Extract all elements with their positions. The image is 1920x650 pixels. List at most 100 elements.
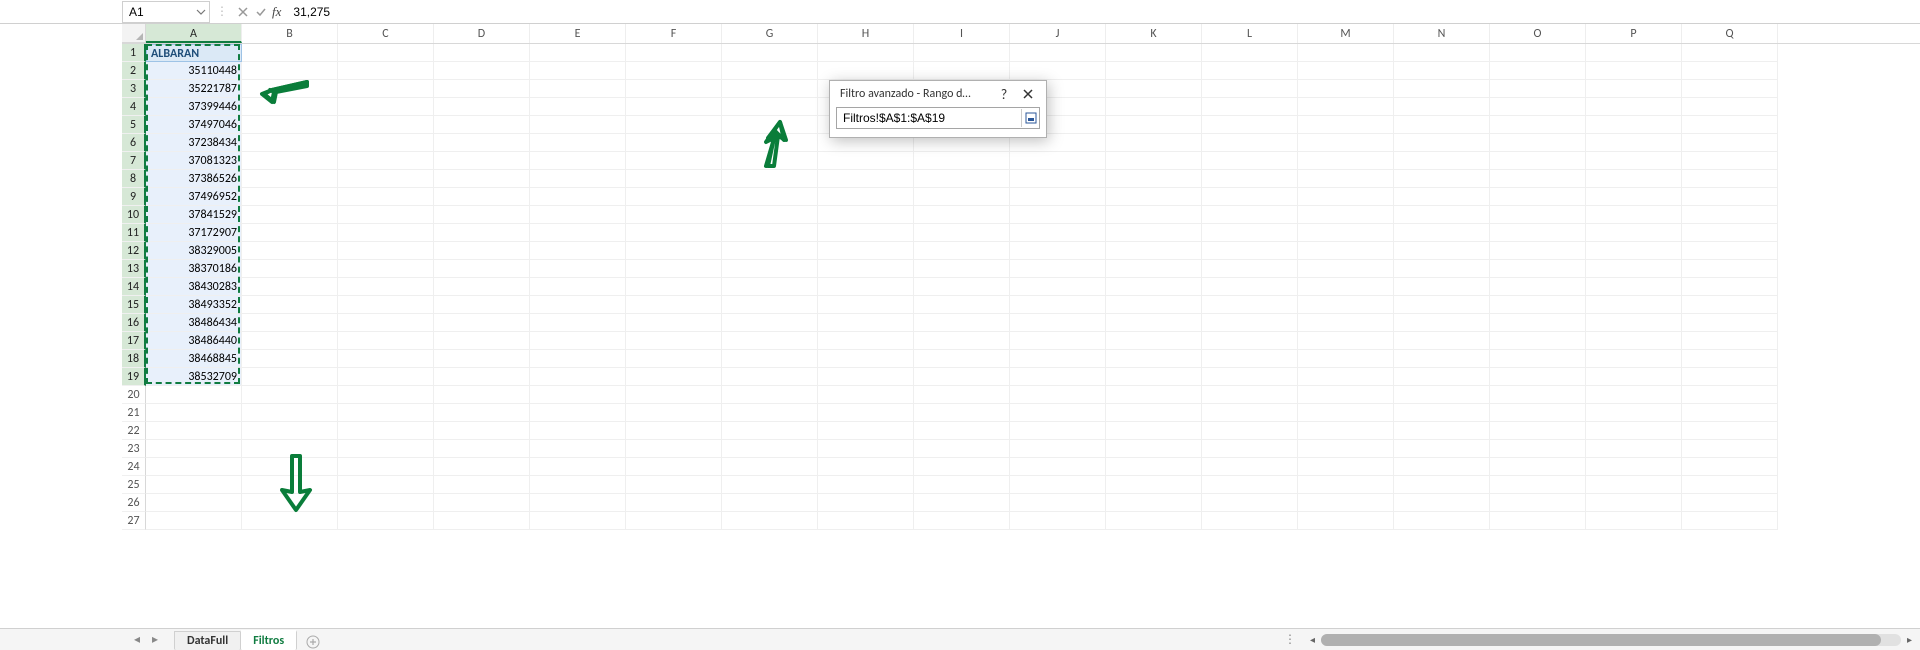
cell[interactable] — [1490, 458, 1586, 476]
cell[interactable] — [722, 422, 818, 440]
cell[interactable] — [530, 350, 626, 368]
advanced-filter-range-dialog[interactable]: Filtro avanzado - Rango d… ? — [829, 80, 1047, 138]
cell[interactable] — [818, 440, 914, 458]
cell[interactable] — [818, 44, 914, 62]
cell[interactable] — [818, 368, 914, 386]
row-header[interactable]: 7 — [122, 152, 146, 170]
cell[interactable] — [1394, 62, 1490, 80]
cell[interactable] — [434, 98, 530, 116]
column-header[interactable]: M — [1298, 24, 1394, 43]
cell[interactable] — [434, 404, 530, 422]
cell[interactable] — [1298, 152, 1394, 170]
cell[interactable] — [1298, 422, 1394, 440]
sheet-tab-filtros[interactable]: Filtros — [240, 630, 297, 650]
cell[interactable]: 38430283 — [146, 278, 242, 296]
cell[interactable] — [1394, 44, 1490, 62]
name-box-input[interactable] — [123, 2, 193, 22]
cell[interactable] — [1490, 170, 1586, 188]
cell[interactable] — [1202, 332, 1298, 350]
cell[interactable] — [1490, 476, 1586, 494]
cell[interactable] — [530, 98, 626, 116]
cell[interactable] — [1490, 80, 1586, 98]
cell[interactable] — [722, 80, 818, 98]
cell[interactable] — [242, 296, 338, 314]
cell[interactable] — [338, 314, 434, 332]
cell[interactable] — [1586, 314, 1682, 332]
select-all-corner[interactable] — [122, 24, 146, 43]
cell[interactable] — [722, 188, 818, 206]
cell[interactable] — [1298, 458, 1394, 476]
cell[interactable] — [1586, 260, 1682, 278]
cell[interactable] — [1106, 440, 1202, 458]
cell[interactable] — [1586, 206, 1682, 224]
cell[interactable] — [626, 440, 722, 458]
cell[interactable] — [722, 278, 818, 296]
cell[interactable] — [1106, 44, 1202, 62]
cell[interactable] — [530, 422, 626, 440]
cell[interactable] — [722, 98, 818, 116]
cell[interactable] — [1010, 170, 1106, 188]
cell[interactable] — [1490, 314, 1586, 332]
cell[interactable] — [818, 188, 914, 206]
cell[interactable] — [1202, 224, 1298, 242]
cell[interactable] — [242, 368, 338, 386]
cell[interactable] — [1586, 224, 1682, 242]
hscroll-right-icon[interactable]: ▸ — [1907, 633, 1912, 646]
cell[interactable] — [338, 80, 434, 98]
cell[interactable] — [1010, 422, 1106, 440]
cell[interactable] — [1298, 278, 1394, 296]
row-header[interactable]: 16 — [122, 314, 146, 332]
cell[interactable] — [722, 404, 818, 422]
tab-split-handle[interactable]: ⋮ — [1284, 632, 1298, 647]
cell[interactable] — [818, 422, 914, 440]
cell[interactable] — [1106, 242, 1202, 260]
cell[interactable]: 38486440 — [146, 332, 242, 350]
cell[interactable] — [434, 206, 530, 224]
cell[interactable] — [1010, 278, 1106, 296]
cell[interactable] — [1106, 116, 1202, 134]
cell[interactable] — [1586, 458, 1682, 476]
cell[interactable] — [818, 260, 914, 278]
cell[interactable] — [626, 206, 722, 224]
cell[interactable] — [1106, 188, 1202, 206]
cell[interactable] — [1490, 62, 1586, 80]
cell[interactable]: 38329005 — [146, 242, 242, 260]
cell[interactable] — [338, 170, 434, 188]
cell[interactable]: 35221787 — [146, 80, 242, 98]
cell[interactable] — [434, 62, 530, 80]
cell[interactable] — [242, 260, 338, 278]
cell[interactable] — [1202, 170, 1298, 188]
cell[interactable] — [626, 350, 722, 368]
cell[interactable] — [242, 314, 338, 332]
cell[interactable] — [338, 386, 434, 404]
cell[interactable] — [914, 314, 1010, 332]
cell[interactable] — [1298, 350, 1394, 368]
collapse-dialog-icon[interactable] — [1021, 109, 1039, 127]
cell[interactable]: 37497046 — [146, 116, 242, 134]
cell[interactable] — [530, 242, 626, 260]
cell[interactable] — [722, 314, 818, 332]
cell[interactable] — [626, 314, 722, 332]
column-header[interactable]: O — [1490, 24, 1586, 43]
fx-icon[interactable]: fx — [272, 4, 281, 20]
cell[interactable] — [1106, 476, 1202, 494]
cell[interactable] — [818, 242, 914, 260]
cell[interactable] — [1490, 242, 1586, 260]
cell[interactable] — [1586, 242, 1682, 260]
cell[interactable] — [1682, 152, 1778, 170]
column-header[interactable]: F — [626, 24, 722, 43]
cell[interactable] — [722, 242, 818, 260]
cell[interactable] — [914, 278, 1010, 296]
cell[interactable] — [722, 44, 818, 62]
cell[interactable] — [1106, 260, 1202, 278]
cell[interactable] — [1202, 440, 1298, 458]
column-header[interactable]: E — [530, 24, 626, 43]
cell[interactable] — [1010, 224, 1106, 242]
cell[interactable] — [530, 332, 626, 350]
cell[interactable] — [1106, 422, 1202, 440]
cell[interactable] — [1394, 494, 1490, 512]
cell[interactable] — [818, 386, 914, 404]
formula-input[interactable] — [285, 2, 1920, 22]
cell[interactable] — [338, 98, 434, 116]
cell[interactable] — [1010, 188, 1106, 206]
